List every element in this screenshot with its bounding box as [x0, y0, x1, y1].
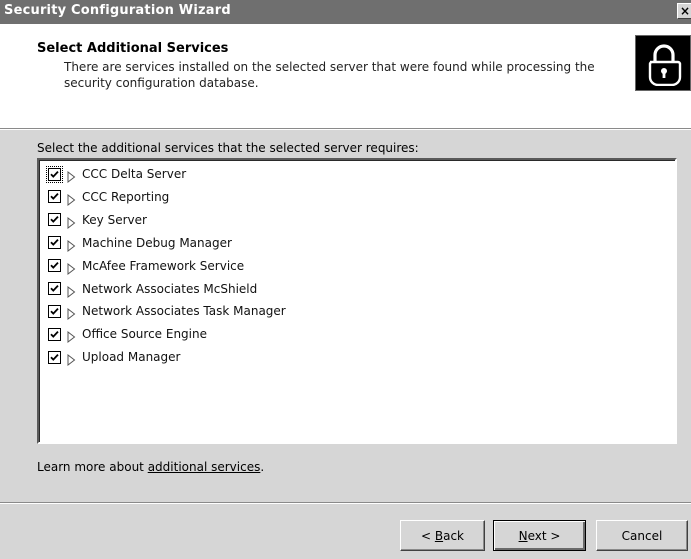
expand-arrow-icon[interactable] [67, 191, 76, 206]
expand-arrow-icon[interactable] [67, 351, 76, 367]
service-checkbox[interactable] [48, 190, 61, 204]
service-label: CCC Delta Server [82, 167, 187, 181]
service-label: CCC Reporting [82, 189, 170, 204]
footer-separator [0, 502, 691, 504]
back-button-accel: B [434, 528, 444, 543]
expand-arrow-icon[interactable] [67, 283, 76, 298]
page-title: Select Additional Services [37, 41, 229, 56]
expand-arrow-icon[interactable] [67, 260, 76, 275]
service-label: Machine Debug Manager [82, 235, 232, 250]
expand-arrow-icon[interactable] [67, 168, 76, 184]
service-checkbox[interactable] [48, 327, 61, 341]
service-list-item[interactable]: CCC Delta Server [46, 164, 187, 184]
service-list-item[interactable]: CCC Reporting [48, 187, 169, 207]
next-button-rest: ext > [527, 528, 561, 543]
service-list-item[interactable]: Network Associates McShield [48, 279, 257, 299]
learn-more-prefix: Learn more about [37, 460, 148, 474]
window-title: Security Configuration Wizard [4, 3, 231, 18]
service-label: Key Server [82, 212, 147, 227]
service-checkbox[interactable] [46, 165, 63, 183]
service-label: Network Associates Task Manager [82, 304, 286, 319]
additional-services-link[interactable]: additional services [148, 460, 261, 474]
back-button[interactable]: < Back [400, 520, 485, 551]
expand-arrow-icon[interactable] [67, 328, 76, 344]
header-separator [0, 128, 691, 130]
service-list-item[interactable]: Machine Debug Manager [48, 233, 232, 253]
page-description: There are services installed on the sele… [64, 60, 595, 90]
service-checkbox[interactable] [48, 259, 61, 273]
service-checkbox[interactable] [48, 282, 61, 295]
service-list-item[interactable]: Office Source Engine [48, 324, 207, 344]
next-button[interactable]: Next > [493, 520, 586, 551]
expand-arrow-icon[interactable] [67, 305, 76, 321]
close-icon: × [679, 4, 691, 18]
title-bar[interactable]: Security Configuration Wizard × [0, 0, 691, 24]
service-checkbox[interactable] [48, 213, 61, 227]
wizard-window: Security Configuration Wizard × Select A… [0, 0, 691, 559]
service-list-item[interactable]: Key Server [48, 210, 147, 230]
services-prompt: Select the additional services that the … [37, 141, 419, 155]
next-button-accel: N [518, 528, 528, 543]
service-list-item[interactable]: Upload Manager [48, 347, 180, 367]
service-label: Upload Manager [82, 350, 181, 365]
cancel-button[interactable]: Cancel [596, 520, 688, 551]
service-checkbox[interactable] [48, 350, 61, 364]
learn-more-text: Learn more about additional services. [37, 460, 264, 474]
close-button[interactable]: × [677, 3, 691, 19]
service-checkbox[interactable] [48, 236, 61, 250]
padlock-icon [635, 35, 691, 91]
expand-arrow-icon[interactable] [67, 237, 76, 252]
service-checkbox[interactable] [48, 304, 61, 318]
back-button-prefix: < [420, 528, 435, 543]
wizard-header: Select Additional Services There are ser… [0, 24, 691, 128]
service-list-item[interactable]: Network Associates Task Manager [48, 301, 286, 321]
learn-more-suffix: . [260, 460, 265, 474]
service-label: Network Associates McShield [82, 281, 258, 296]
service-label: Office Source Engine [82, 327, 207, 342]
services-listbox[interactable]: CCC Delta Server CCC Reporting Key Server M… [37, 158, 677, 444]
service-label: McAfee Framework Service [82, 258, 245, 273]
service-list-item[interactable]: McAfee Framework Service [48, 256, 244, 276]
back-button-rest: ack [443, 528, 464, 543]
expand-arrow-icon[interactable] [67, 214, 76, 229]
